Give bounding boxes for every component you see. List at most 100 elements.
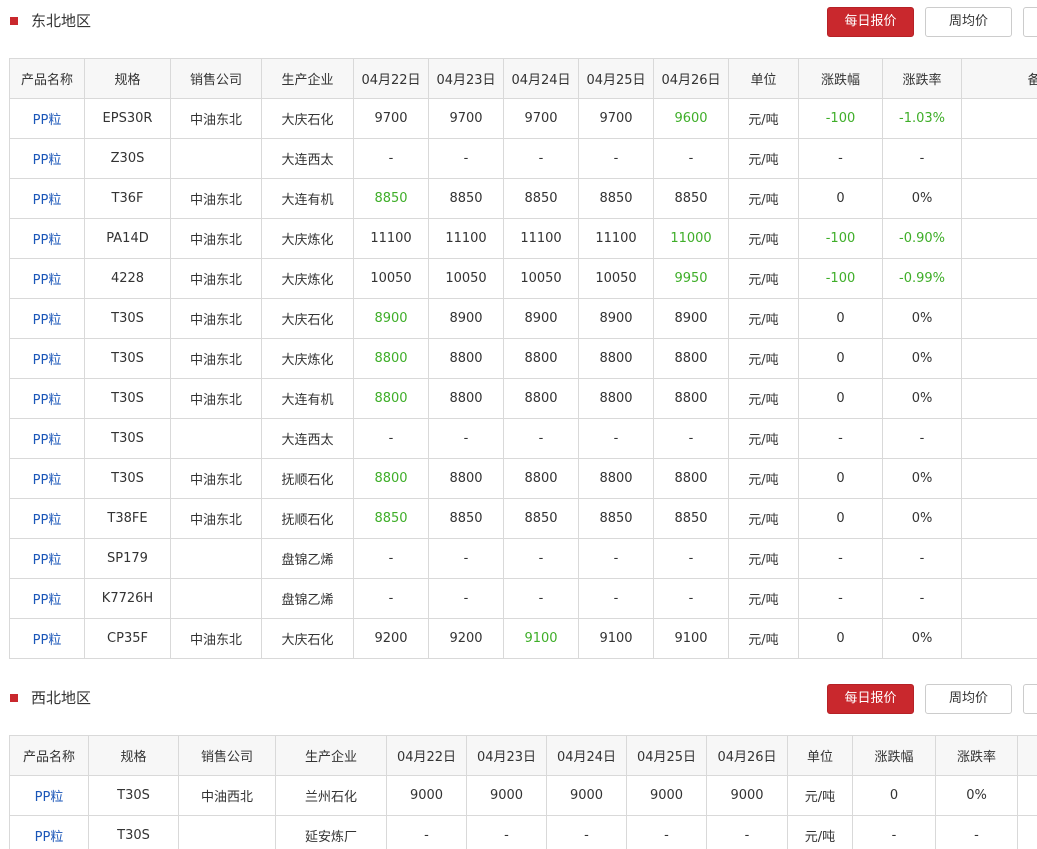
table-cell: 8800 <box>578 378 654 419</box>
column-header: 销售公司 <box>178 735 276 776</box>
product-link[interactable]: PP粒 <box>9 458 85 499</box>
product-link[interactable]: PP粒 <box>9 298 85 339</box>
table-cell: 定价 <box>961 338 1037 379</box>
column-header: 规格 <box>84 58 171 99</box>
table-cell: 9000 <box>546 775 627 816</box>
weekly-average-button[interactable]: 周均价 <box>925 7 1012 37</box>
table-cell: 中油东北 <box>170 378 262 419</box>
table-row: PP粒 T30S 延安炼厂 - - - - - 元/吨 - - <box>9 815 1037 849</box>
table-cell: 元/吨 <box>787 775 853 816</box>
table-cell: - <box>935 815 1018 849</box>
table-cell: 0% <box>882 338 962 379</box>
column-header: 涨跌幅 <box>852 735 936 776</box>
price-table-northwest: 产品名称 规格 销售公司 生产企业 04月22日 04月23日 04月24日 04月25日 04… <box>9 735 1037 849</box>
column-header: 单位 <box>787 735 853 776</box>
table-cell: 中油东北 <box>170 498 262 539</box>
table-cell: 9700 <box>428 98 504 139</box>
table-cell: 0% <box>882 498 962 539</box>
table-cell: 延安炼厂 <box>275 815 387 849</box>
daily-quote-button[interactable]: 每日报价 <box>827 684 914 714</box>
product-link[interactable]: PP粒 <box>9 178 85 219</box>
table-cell: 11100 <box>428 218 504 259</box>
product-link[interactable]: PP粒 <box>9 498 85 539</box>
table-row: PP粒 PA14D 中油东北 大庆炼化 11100 11100 11100 11100 1100… <box>9 218 1037 259</box>
weekly-average-button[interactable]: 周均价 <box>925 684 1012 714</box>
table-cell: - <box>546 815 627 849</box>
price-table-northeast-wrap: 产品名称 规格 销售公司 生产企业 04月22日 04月23日 04月24日 04月25日 04… <box>9 58 1037 659</box>
table-cell: T30S <box>84 338 171 379</box>
section-marker-icon <box>10 17 18 25</box>
table-cell: - <box>798 418 883 459</box>
table-cell: 元/吨 <box>728 458 799 499</box>
product-link[interactable]: PP粒 <box>9 618 85 659</box>
table-cell: 0% <box>935 775 1018 816</box>
table-cell: -100 <box>798 258 883 299</box>
product-link[interactable]: PP粒 <box>9 578 85 619</box>
table-cell: 未放货 <box>961 578 1037 619</box>
product-link[interactable]: PP粒 <box>9 98 85 139</box>
table-cell <box>178 815 276 849</box>
product-link[interactable]: PP粒 <box>9 815 89 849</box>
table-cell: 定价 <box>961 98 1037 139</box>
table-cell: 抚顺石化 <box>261 458 354 499</box>
table-cell: - <box>386 815 467 849</box>
table-row: PP粒 4228 中油东北 大庆炼化 10050 10050 10050 10050 9950 元… <box>9 258 1037 299</box>
table-cell <box>170 418 262 459</box>
table-cell: 9950 <box>653 258 729 299</box>
column-header: 产品名称 <box>9 735 89 776</box>
table-cell: - <box>503 418 579 459</box>
table-cell: T30S <box>84 458 171 499</box>
table-cell: 8800 <box>653 458 729 499</box>
column-header: 04月23日 <box>466 735 547 776</box>
table-cell: 元/吨 <box>728 218 799 259</box>
table-cell: 10050 <box>578 258 654 299</box>
more-button[interactable] <box>1023 7 1037 37</box>
daily-quote-button[interactable]: 每日报价 <box>827 7 914 37</box>
table-cell: 9100 <box>503 618 579 659</box>
table-cell: T30S <box>84 378 171 419</box>
table-cell: 检修无货 <box>961 138 1037 179</box>
table-cell: 8800 <box>428 338 504 379</box>
table-cell: 中油东北 <box>170 218 262 259</box>
product-link[interactable]: PP粒 <box>9 378 85 419</box>
table-cell: 元/吨 <box>787 815 853 849</box>
table-cell: - <box>882 138 962 179</box>
table-cell: - <box>653 538 729 579</box>
table-cell: 定价，抚顺库 <box>961 498 1037 539</box>
product-link[interactable]: PP粒 <box>9 538 85 579</box>
table-cell <box>170 538 262 579</box>
table-row: PP粒 T36F 中油东北 大连有机 8850 8850 8850 8850 8850 元/吨 0 0… <box>9 178 1037 219</box>
product-link[interactable]: PP粒 <box>9 775 89 816</box>
product-link[interactable]: PP粒 <box>9 418 85 459</box>
table-cell: 中油东北 <box>170 618 262 659</box>
table-cell: 8850 <box>653 178 729 219</box>
table-cell: 元/吨 <box>728 298 799 339</box>
table-cell: - <box>353 418 429 459</box>
table-cell: 大连西太 <box>261 418 354 459</box>
table-cell: - <box>353 138 429 179</box>
more-button[interactable] <box>1023 684 1037 714</box>
column-header: 04月22日 <box>353 58 429 99</box>
column-header <box>1017 735 1037 776</box>
table-cell: 定价 <box>961 178 1037 219</box>
table-cell: - <box>428 578 504 619</box>
table-row: PP粒Z30S大连西太-----元/吨--检修无货 <box>9 138 1037 179</box>
table-cell: - <box>706 815 788 849</box>
table-cell: 大连西太 <box>261 138 354 179</box>
table-cell: 大庆石化 <box>261 298 354 339</box>
table-row: PP粒 T30S 中油西北 兰州石化 9000 9000 9000 9000 9000 元/吨 0 0… <box>9 775 1037 816</box>
product-link[interactable]: PP粒 <box>9 338 85 379</box>
table-cell: 定价 <box>961 298 1037 339</box>
table-cell: 抚顺石化 <box>261 498 354 539</box>
table-cell: 元/吨 <box>728 98 799 139</box>
table-cell: 8800 <box>503 378 579 419</box>
product-link[interactable]: PP粒 <box>9 218 85 259</box>
column-header: 备注 <box>961 58 1037 99</box>
table-cell: 8800 <box>653 338 729 379</box>
column-header: 单位 <box>728 58 799 99</box>
product-link[interactable]: PP粒 <box>9 138 85 179</box>
column-header: 规格 <box>88 735 179 776</box>
table-cell: 中油东北 <box>170 338 262 379</box>
table-cell: 盘锦乙烯 <box>261 538 354 579</box>
product-link[interactable]: PP粒 <box>9 258 85 299</box>
